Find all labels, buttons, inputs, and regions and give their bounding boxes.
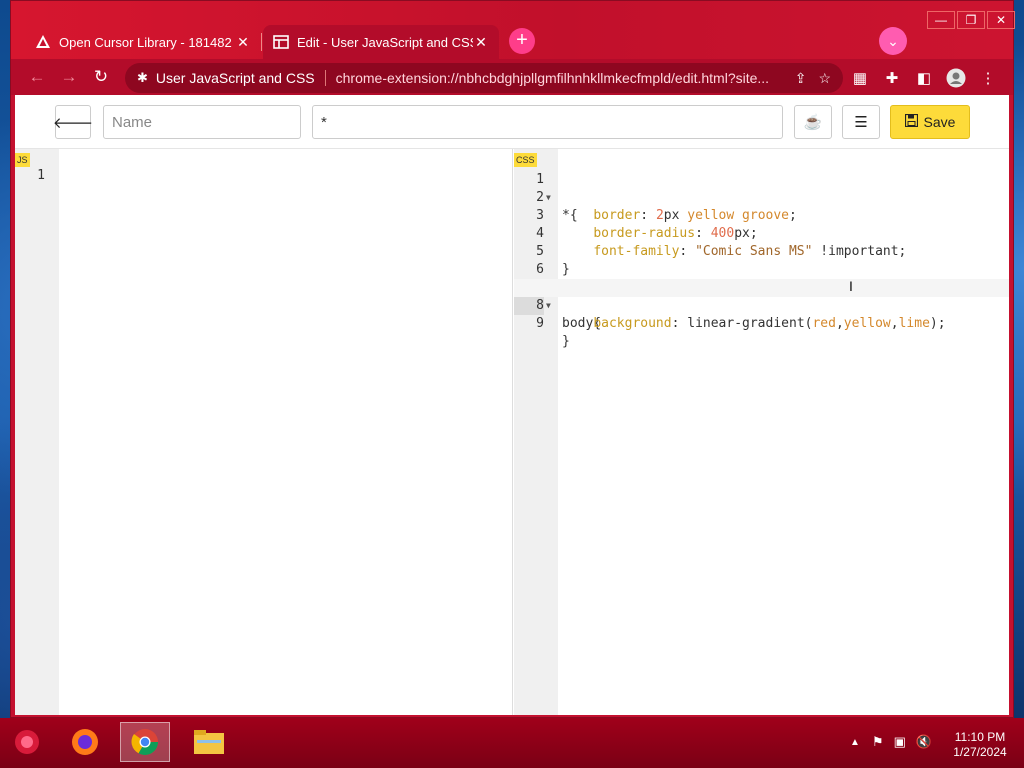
address-bar[interactable]: ✱ User JavaScript and CSS chrome-extensi… [125, 63, 843, 93]
floppy-disk-icon [904, 113, 918, 130]
code-line[interactable]: 7 ▼ body{ [514, 261, 1009, 331]
network-icon[interactable]: ▣ [894, 734, 906, 750]
url-pattern-input[interactable] [312, 105, 783, 139]
close-icon[interactable]: ✕ [235, 34, 251, 51]
code-line[interactable]: 5 } [514, 225, 1009, 277]
firefox-icon[interactable] [60, 722, 110, 762]
extension-puzzle-icon: ✱ [137, 70, 148, 85]
save-button[interactable]: Save [890, 105, 970, 139]
kebab-menu-icon[interactable]: ⋮ [977, 67, 999, 89]
css-editor[interactable]: CSS 1 ▼ *{ 2 border: 2px yellow groove; … [514, 149, 1009, 715]
code-line[interactable]: 6 [514, 243, 1009, 277]
code-line[interactable]: 2 border: 2px yellow groove; [514, 171, 1009, 223]
file-explorer-icon[interactable] [184, 722, 234, 762]
coffee-icon: ☕ [803, 114, 823, 131]
tab-open-cursor-library[interactable]: Open Cursor Library - 181482 cu ✕ [25, 25, 261, 59]
editor-page: 🡐 ☕ ☰ Save JS 1 [15, 95, 1009, 715]
close-icon[interactable]: ✕ [473, 34, 489, 51]
back-arrow-button[interactable]: 🡐 [52, 105, 94, 139]
system-tray: ▲ ⚑ ▣ 🔇 [850, 726, 932, 758]
editor-icon [273, 34, 289, 50]
url-text[interactable]: chrome-extension://nbhcbdghjpllgmfilhnhk… [336, 70, 783, 86]
back-button[interactable]: ← [25, 65, 49, 89]
code-text: background: linear-gradient(red,yellow,l… [593, 316, 946, 331]
editor-controls: 🡐 ☕ ☰ Save [15, 95, 1009, 149]
arrow-left-icon: 🡐 [52, 114, 94, 132]
cursor-library-icon [35, 34, 51, 50]
tab-title: Edit - User JavaScript and CSS [297, 34, 473, 50]
code-text: } [562, 334, 570, 349]
profile-avatar-icon[interactable] [945, 67, 967, 89]
maximize-button[interactable]: ❐ [957, 11, 985, 29]
minimize-button[interactable]: — [927, 11, 955, 29]
forward-button[interactable]: → [57, 65, 81, 89]
code-line[interactable]: 1 [15, 149, 512, 183]
text-cursor-icon: I [849, 278, 853, 294]
browser-toolbar: ← → ↻ ✱ User JavaScript and CSS chrome-e… [11, 59, 1013, 95]
tab-separator [261, 33, 262, 51]
clock-date: 1/27/2024 [953, 745, 1007, 759]
taskbar: ▲ ⚑ ▣ 🔇 11:10 PM 1/27/2024 [0, 718, 1024, 768]
tab-title: Open Cursor Library - 181482 cu [59, 34, 235, 50]
code-line[interactable]: 1 ▼ *{ [514, 153, 1009, 223]
extension-icon[interactable]: ▦ [849, 67, 871, 89]
bookmark-star-icon[interactable]: ☆ [818, 70, 831, 87]
browser-window: Open Cursor Library - 181482 cu ✕ Edit -… [10, 0, 1015, 718]
js-gutter [15, 149, 59, 715]
divider [324, 70, 326, 86]
tab-search-button[interactable]: ⌄ [879, 27, 907, 55]
hamburger-menu-icon: ☰ [854, 114, 868, 131]
side-panel-icon[interactable]: ◧ [913, 67, 935, 89]
code-line[interactable]: 4 font-family: "Comic Sans MS" !importan… [514, 207, 1009, 259]
site-name: User JavaScript and CSS [155, 70, 315, 86]
extensions-puzzle-icon[interactable]: ✚ [881, 67, 903, 89]
code-line[interactable]: 9 } [514, 297, 1009, 349]
save-label: Save [923, 114, 956, 130]
volume-muted-icon[interactable]: 🔇 [916, 734, 932, 750]
line-number: 9 [536, 316, 544, 331]
share-icon[interactable]: ⇪ [795, 70, 807, 87]
line-number: 1 [37, 168, 45, 183]
action-center-flag-icon[interactable]: ⚑ [872, 734, 884, 750]
code-line-active[interactable]: 8 background: linear-gradient(red,yellow… [514, 279, 1009, 331]
chrome-icon[interactable] [120, 722, 170, 762]
window-controls: — ❐ ✕ [925, 11, 1015, 29]
title-bar: Open Cursor Library - 181482 cu ✕ Edit -… [11, 1, 1015, 59]
new-tab-button[interactable]: + [509, 28, 535, 54]
coffee-button[interactable]: ☕ [794, 105, 832, 139]
clock-time: 11:10 PM [954, 730, 1006, 744]
taskbar-clock[interactable]: 11:10 PM 1/27/2024 [940, 730, 1020, 760]
name-input[interactable] [103, 105, 301, 139]
close-window-button[interactable]: ✕ [987, 11, 1015, 29]
js-editor[interactable]: JS 1 [15, 149, 513, 715]
start-button[interactable] [2, 722, 52, 762]
code-line[interactable]: 3 border-radius: 400px; [514, 189, 1009, 241]
reload-button[interactable]: ↻ [89, 65, 113, 89]
tab-edit-user-js-css[interactable]: Edit - User JavaScript and CSS ✕ [263, 25, 499, 59]
menu-button[interactable]: ☰ [842, 105, 880, 139]
show-hidden-icons-icon[interactable]: ▲ [850, 737, 860, 748]
